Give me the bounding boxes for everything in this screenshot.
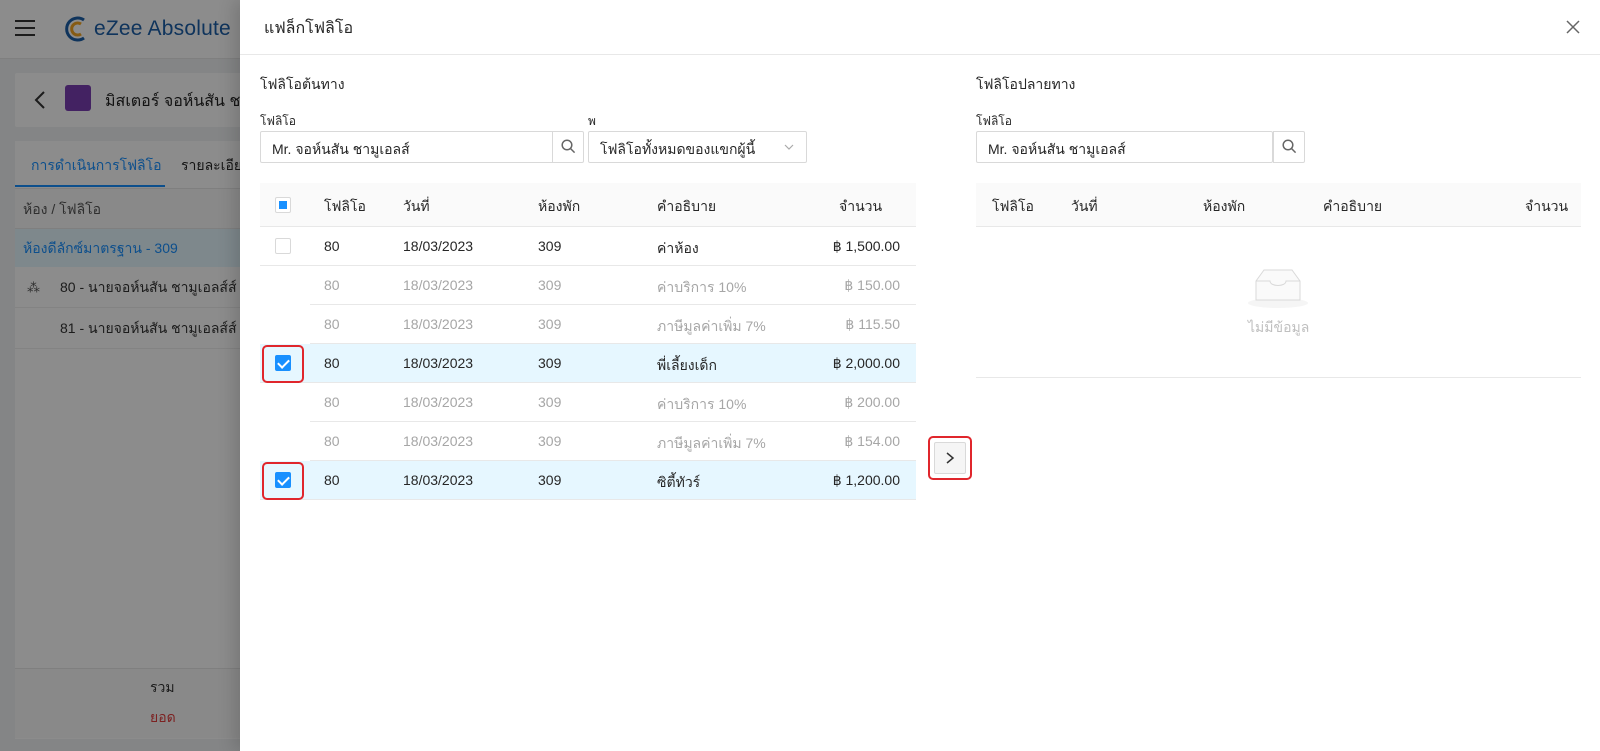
folio-filter-select[interactable]: โฟลิโอทั้งหมดของแขกผู้นี้ — [588, 131, 807, 163]
cell-room: 309 — [538, 277, 562, 293]
cell-folio: 80 — [324, 277, 340, 293]
table-row[interactable]: 80 18/03/2023 309 ภาษีมูลค่าเพิ่ม 7% ฿ 154.0… — [310, 422, 916, 461]
source-folio-label: โฟลิโอ — [260, 114, 296, 128]
cell-room: 309 — [538, 433, 562, 449]
cell-folio: 80 — [324, 355, 340, 371]
col-folio: โฟลิโอ — [992, 198, 1034, 214]
cell-folio: 80 — [324, 394, 340, 410]
table-row[interactable]: 80 18/03/2023 309 ซิตี้ทัวร์ ฿ 1,200.00 — [260, 461, 916, 500]
chevron-right-icon — [946, 452, 955, 464]
cell-amount: ฿ 2,000.00 — [832, 355, 900, 371]
cell-folio: 80 — [324, 472, 340, 488]
cell-room: 309 — [538, 238, 562, 254]
cell-date: 18/03/2023 — [403, 277, 474, 293]
table-row[interactable]: 80 18/03/2023 309 ภาษีมูลค่าเพิ่ม 7% ฿ 115.5… — [310, 305, 916, 344]
cell-amount: ฿ 1,200.00 — [832, 472, 900, 488]
cell-description: ซิตี้ทัวร์ — [657, 474, 701, 490]
destination-folio-label: โฟลิโอ — [976, 114, 1012, 128]
table-row[interactable]: 80 18/03/2023 309 ค่าบริการ 10% ฿ 150.00 — [310, 266, 916, 305]
source-table: โฟลิโอ วันที่ ห้องพัก คำอธิบาย จำนวน 80 1… — [260, 183, 916, 501]
cell-amount: ฿ 150.00 — [844, 277, 900, 293]
cell-folio: 80 — [324, 433, 340, 449]
destination-folio-value: Mr. จอห์นสัน ชามูเอลส์ — [988, 141, 1126, 157]
cell-description: ภาษีมูลค่าเพิ่ม 7% — [657, 435, 766, 451]
search-icon — [561, 139, 576, 154]
drawer-title: แฟล็กโฟลิโอ — [264, 20, 354, 37]
cell-date: 18/03/2023 — [403, 394, 474, 410]
empty-state: ไม่มีข้อมูล — [976, 227, 1581, 378]
col-date: วันที่ — [403, 198, 430, 214]
destination-folio-input[interactable]: Mr. จอห์นสัน ชามูเอลส์ — [976, 131, 1305, 163]
col-description: คำอธิบาย — [1323, 198, 1383, 214]
source-folio-input[interactable]: Mr. จอห์นสัน ชามูเอลส์ — [260, 131, 584, 163]
cell-description: ภาษีมูลค่าเพิ่ม 7% — [657, 318, 766, 334]
close-icon[interactable] — [1565, 19, 1581, 35]
source-table-header: โฟลิโอ วันที่ ห้องพัก คำอธิบาย จำนวน — [260, 183, 916, 227]
col-folio: โฟลิโอ — [324, 198, 366, 214]
cell-date: 18/03/2023 — [403, 433, 474, 449]
cell-description: ค่าบริการ 10% — [657, 396, 747, 412]
cell-date: 18/03/2023 — [403, 355, 474, 371]
destination-table: โฟลิโอ วันที่ ห้องพัก คำอธิบาย จำนวน ไม่… — [976, 183, 1581, 378]
destination-section-title: โฟลิโอปลายทาง — [976, 76, 1076, 92]
cell-description: ค่าห้อง — [657, 240, 699, 256]
destination-table-header: โฟลิโอ วันที่ ห้องพัก คำอธิบาย จำนวน — [976, 183, 1581, 227]
checkbox-highlight — [262, 462, 304, 500]
source-folio-value: Mr. จอห์นสัน ชามูเอลส์ — [272, 141, 410, 157]
filter-label: พ — [588, 114, 596, 128]
cell-amount: ฿ 1,500.00 — [832, 238, 900, 254]
cell-description: พี่เลี้ยงเด็ก — [657, 357, 717, 373]
col-amount: จำนวน — [1525, 198, 1569, 214]
filter-value: โฟลิโอทั้งหมดของแขกผู้นี้ — [600, 141, 756, 157]
destination-search-button[interactable] — [1273, 131, 1305, 163]
table-row[interactable]: 80 18/03/2023 309 พี่เลี้ยงเด็ก ฿ 2,000.00 — [260, 344, 916, 383]
checkbox-highlight — [262, 345, 304, 383]
select-all-checkbox[interactable] — [275, 197, 291, 213]
col-description: คำอธิบาย — [657, 198, 717, 214]
cell-date: 18/03/2023 — [403, 472, 474, 488]
cell-description: ค่าบริการ 10% — [657, 279, 747, 295]
row-checkbox[interactable] — [275, 238, 291, 254]
source-section-title: โฟลิโอต้นทาง — [260, 76, 345, 92]
move-right-button[interactable] — [934, 442, 966, 474]
split-folio-drawer: แฟล็กโฟลิโอ โฟลิโอต้นทาง โฟลิโอ Mr. จอห์… — [240, 0, 1600, 751]
cell-amount: ฿ 154.00 — [844, 433, 900, 449]
drawer-header: แฟล็กโฟลิโอ — [240, 0, 1600, 55]
table-row[interactable]: 80 18/03/2023 309 ค่าห้อง ฿ 1,500.00 — [260, 227, 916, 266]
empty-inbox-icon — [1248, 269, 1308, 308]
cell-room: 309 — [538, 355, 562, 371]
col-room: ห้องพัก — [538, 198, 581, 214]
cell-room: 309 — [538, 472, 562, 488]
search-icon — [1282, 139, 1297, 154]
cell-room: 309 — [538, 394, 562, 410]
col-date: วันที่ — [1071, 198, 1098, 214]
cell-amount: ฿ 115.50 — [845, 316, 900, 332]
cell-date: 18/03/2023 — [403, 238, 474, 254]
cell-date: 18/03/2023 — [403, 316, 474, 332]
cell-folio: 80 — [324, 238, 340, 254]
chevron-down-icon — [784, 144, 794, 150]
empty-text: ไม่มีข้อมูล — [1248, 319, 1310, 335]
cell-amount: ฿ 200.00 — [844, 394, 900, 410]
col-amount: จำนวน — [839, 198, 883, 214]
cell-room: 309 — [538, 316, 562, 332]
table-row[interactable]: 80 18/03/2023 309 ค่าบริการ 10% ฿ 200.00 — [310, 383, 916, 422]
source-search-button[interactable] — [552, 131, 584, 163]
col-room: ห้องพัก — [1203, 198, 1246, 214]
cell-folio: 80 — [324, 316, 340, 332]
